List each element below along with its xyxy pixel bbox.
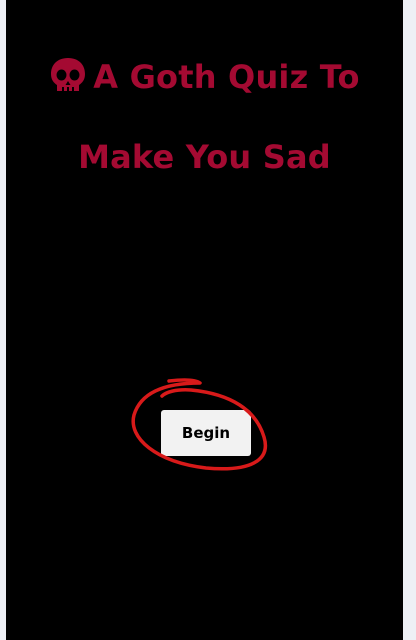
title-line-2: Make You Sad [78,138,331,176]
begin-button[interactable]: Begin [161,410,251,456]
begin-button-wrap: Begin [161,410,251,456]
skull-icon [49,46,87,120]
page-title: A Goth Quiz To Make You Sad [6,40,403,194]
title-text-1: A Goth Quiz To [93,58,360,96]
title-line-1: A Goth Quiz To [6,40,403,120]
quiz-screen: A Goth Quiz To Make You Sad Begin [6,0,403,640]
